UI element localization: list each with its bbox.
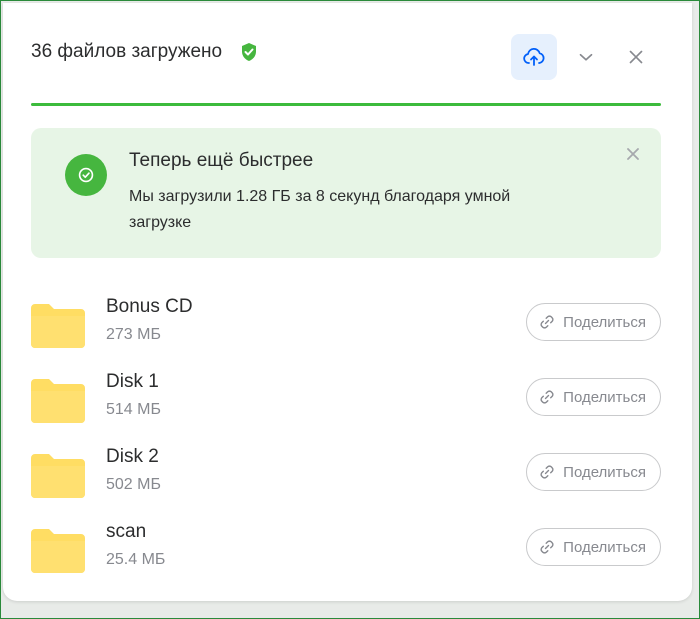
link-icon bbox=[540, 390, 554, 404]
collapse-button[interactable] bbox=[563, 34, 609, 80]
share-label: Поделиться bbox=[563, 313, 646, 331]
file-size: 514 МБ bbox=[106, 401, 161, 418]
file-row[interactable]: Disk 1 514 МБ Поделиться bbox=[31, 371, 661, 433]
share-button[interactable]: Поделиться bbox=[526, 453, 661, 491]
upload-progress-bar bbox=[31, 103, 661, 106]
file-row[interactable]: Disk 2 502 МБ Поделиться bbox=[31, 446, 661, 508]
cloud-upload-icon bbox=[523, 48, 545, 66]
upload-status-header: 36 файлов загружено bbox=[31, 41, 258, 63]
link-icon bbox=[540, 315, 554, 329]
check-circle-icon bbox=[65, 154, 107, 196]
close-icon bbox=[627, 148, 639, 160]
file-size: 273 МБ bbox=[106, 326, 161, 343]
chevron-down-icon bbox=[579, 53, 593, 61]
file-name: Disk 2 bbox=[106, 446, 159, 467]
upload-button[interactable] bbox=[511, 34, 557, 80]
share-button[interactable]: Поделиться bbox=[526, 378, 661, 416]
share-button[interactable]: Поделиться bbox=[526, 303, 661, 341]
window-frame: 36 файлов загружено Теперь ещё быстрее М… bbox=[0, 0, 700, 619]
file-row[interactable]: Bonus CD 273 МБ Поделиться bbox=[31, 296, 661, 358]
share-label: Поделиться bbox=[563, 388, 646, 406]
folder-icon bbox=[31, 379, 85, 423]
upload-status-title: 36 файлов загружено bbox=[31, 41, 223, 62]
file-row[interactable]: scan 25.4 МБ Поделиться bbox=[31, 521, 661, 583]
speed-notice: Теперь ещё быстрее Мы загрузили 1.28 ГБ … bbox=[31, 128, 661, 258]
link-icon bbox=[540, 540, 554, 554]
file-name: scan bbox=[106, 521, 147, 542]
upload-panel: 36 файлов загружено Теперь ещё быстрее М… bbox=[3, 3, 692, 601]
file-name: Disk 1 bbox=[106, 371, 159, 392]
link-icon bbox=[540, 465, 554, 479]
file-size: 25.4 МБ bbox=[106, 551, 166, 568]
folder-icon bbox=[31, 454, 85, 498]
folder-icon bbox=[31, 529, 85, 573]
file-size: 502 МБ bbox=[106, 476, 161, 493]
notice-text: Мы загрузили 1.28 ГБ за 8 секунд благода… bbox=[129, 188, 511, 231]
close-panel-button[interactable] bbox=[613, 34, 659, 80]
share-label: Поделиться bbox=[563, 463, 646, 481]
file-name: Bonus CD bbox=[106, 296, 193, 317]
notice-title: Теперь ещё быстрее bbox=[129, 150, 314, 171]
notice-close-button[interactable] bbox=[625, 146, 641, 162]
folder-icon bbox=[31, 304, 85, 348]
shield-check-icon bbox=[240, 42, 258, 62]
share-label: Поделиться bbox=[563, 538, 646, 556]
close-icon bbox=[629, 50, 643, 64]
share-button[interactable]: Поделиться bbox=[526, 528, 661, 566]
